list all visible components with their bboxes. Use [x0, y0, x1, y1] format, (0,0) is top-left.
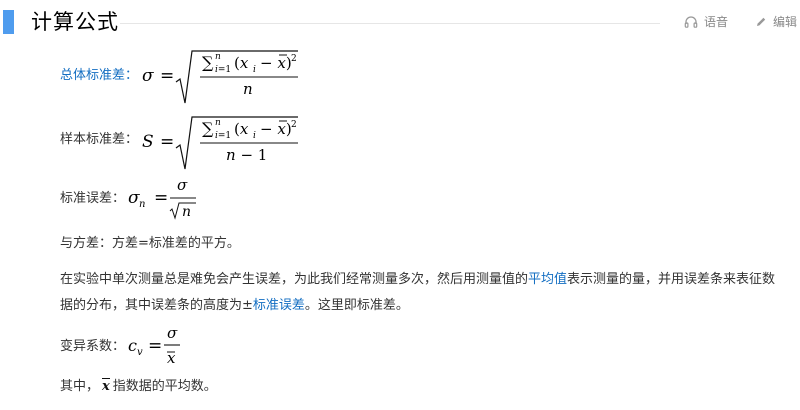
svg-text:i=1: i=1 — [215, 131, 231, 141]
header-accent-bar — [3, 10, 14, 34]
svg-text:i=1: i=1 — [215, 65, 231, 75]
population-std-label: 总体标准差： — [60, 68, 139, 83]
svg-text:=: = — [160, 66, 174, 86]
std-error-label: 标准误差： — [60, 191, 126, 206]
edit-button[interactable]: 编辑 — [755, 13, 797, 30]
sample-std-label: 样本标准差： — [60, 132, 139, 147]
x-bar-symbol: x — [102, 378, 111, 394]
svg-text:− x): − x) — [260, 120, 292, 138]
svg-text:=: = — [154, 188, 168, 208]
cv-label: 变异系数： — [60, 339, 126, 354]
std-error-formula: σ n = σ n — [128, 176, 196, 220]
variance-note: 与方差：方差=标准差的平方。 — [60, 236, 240, 251]
svg-text:− x): − x) — [260, 54, 292, 72]
headphones-icon — [684, 15, 698, 28]
mean-note: 其中， x 指数据的平均数。 — [60, 377, 217, 397]
svg-text:∑: ∑ — [202, 119, 214, 138]
svg-text:(x: (x — [234, 120, 249, 138]
population-std-formula: σ = ∑ n i=1 (x i − x) 2 n — [142, 50, 298, 104]
svg-text:2: 2 — [291, 54, 297, 64]
svg-text:n: n — [215, 52, 221, 62]
svg-text:n: n — [182, 204, 191, 220]
svg-text:S: S — [142, 132, 154, 152]
svg-text:=: = — [160, 132, 174, 152]
link-standard-error[interactable]: 标准误差 — [253, 298, 305, 313]
svg-text:n: n — [243, 80, 253, 98]
svg-text:x: x — [167, 349, 176, 367]
explanation-paragraph: 在实验中单次测量总是难免会产生误差，为此我们经常测量多次，然后用测量值的平均值表… — [60, 267, 780, 319]
paragraph-text-3: 。这里即标准差。 — [304, 298, 409, 313]
svg-text:σ: σ — [142, 66, 154, 86]
header-divider — [120, 23, 660, 24]
paragraph-text-1: 在实验中单次测量总是难免会产生误差，为此我们经常测量多次，然后用测量值的 — [60, 272, 529, 287]
svg-text:v: v — [137, 347, 143, 358]
cv-formula: c v = σ x — [128, 324, 180, 367]
voice-button[interactable]: 语音 — [684, 13, 728, 30]
svg-text:n: n — [139, 199, 145, 210]
link-mean[interactable]: 平均值 — [528, 272, 567, 287]
svg-text:n − 1: n − 1 — [226, 146, 267, 164]
svg-text:c: c — [128, 336, 137, 355]
mean-note-suffix: 指数据的平均数。 — [112, 379, 217, 394]
svg-text:=: = — [148, 336, 162, 356]
svg-text:(x: (x — [234, 54, 249, 72]
pencil-icon — [757, 17, 766, 26]
svg-text:i: i — [253, 65, 256, 75]
svg-text:2: 2 — [291, 120, 297, 130]
edit-label: 编辑 — [773, 15, 798, 29]
svg-text:σ: σ — [167, 324, 178, 342]
section-header: 计算公式 语音 编辑 — [0, 0, 800, 48]
sample-std-formula: S = ∑ n i=1 (x i − x) 2 n − 1 — [142, 116, 298, 170]
mean-note-prefix: 其中， — [60, 379, 100, 394]
svg-text:i: i — [253, 131, 256, 141]
svg-text:σ: σ — [177, 176, 188, 194]
svg-text:∑: ∑ — [202, 53, 214, 72]
section-title: 计算公式 — [31, 10, 119, 34]
svg-text:n: n — [215, 118, 221, 128]
voice-label: 语音 — [704, 15, 729, 29]
